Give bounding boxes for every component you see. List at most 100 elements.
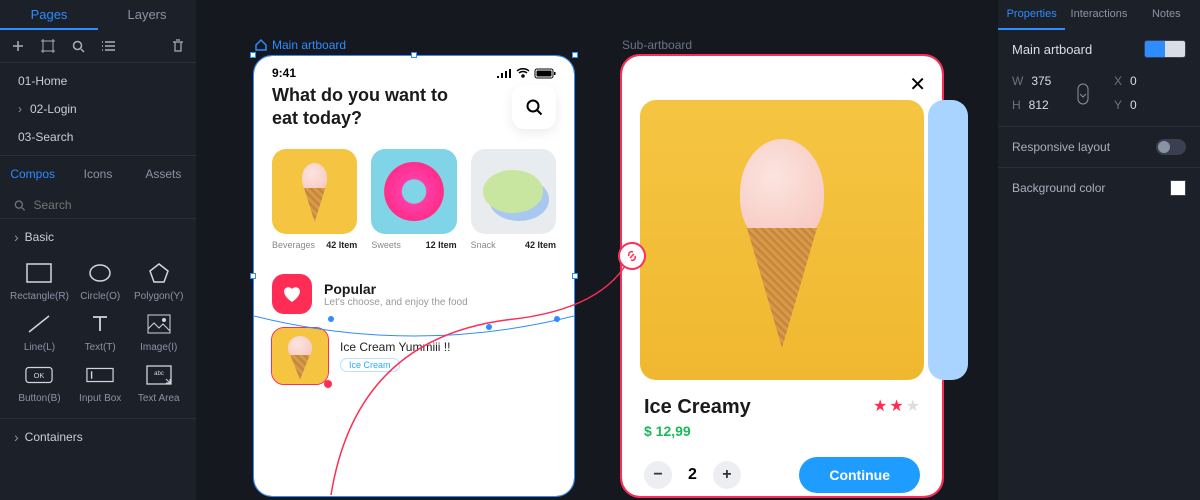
star-icon: ★ xyxy=(889,396,903,416)
trash-icon[interactable] xyxy=(170,38,186,54)
status-bar: 9:41 xyxy=(254,56,574,84)
quantity-stepper: − 2 + xyxy=(644,461,741,489)
category-sweets[interactable]: Sweets12 Item xyxy=(371,149,456,250)
responsive-toggle[interactable] xyxy=(1156,139,1186,155)
detail-image xyxy=(640,100,924,380)
responsive-label: Responsive layout xyxy=(1012,140,1110,154)
wifi-icon xyxy=(516,68,530,78)
right-tabs: Properties Interactions Notes xyxy=(998,0,1200,30)
popular-subtitle: Let's choose, and enjoy the food xyxy=(324,297,468,308)
search-icon xyxy=(14,199,25,212)
landscape-option[interactable] xyxy=(1165,41,1185,57)
compo-circle[interactable]: Circle(O) xyxy=(73,261,128,302)
compo-image[interactable]: Image(I) xyxy=(131,312,186,353)
circle-icon xyxy=(86,261,114,285)
detail-name: Ice Creamy xyxy=(644,396,751,419)
category-snack[interactable]: Snack42 Item xyxy=(471,149,556,250)
portrait-option[interactable] xyxy=(1145,41,1165,57)
button-icon: OK xyxy=(25,363,53,387)
assets-search[interactable] xyxy=(0,192,196,219)
compos-grid: Rectangle(R) Circle(O) Polygon(Y) Line(L… xyxy=(0,255,196,418)
compo-inputbox[interactable]: Input Box xyxy=(73,363,128,404)
aspect-lock-icon[interactable] xyxy=(1076,82,1090,109)
tab-notes[interactable]: Notes xyxy=(1133,0,1200,30)
line-icon xyxy=(25,312,53,336)
search-input[interactable] xyxy=(33,198,182,212)
orientation-toggle[interactable] xyxy=(1144,40,1186,58)
next-card-peek xyxy=(928,100,968,380)
assets-tabs: Compos Icons Assets xyxy=(0,156,196,192)
artboard-name-label: Main artboard xyxy=(1012,42,1092,57)
bgcolor-label: Background color xyxy=(1012,181,1105,195)
rectangle-icon xyxy=(25,261,53,285)
compo-button[interactable]: OKButton(B) xyxy=(10,363,69,404)
food-thumb[interactable] xyxy=(272,328,328,384)
sub-artboard-label[interactable]: Sub-artboard xyxy=(622,38,692,52)
tab-interactions[interactable]: Interactions xyxy=(1065,0,1132,30)
bgcolor-swatch[interactable] xyxy=(1170,180,1186,196)
list-icon[interactable] xyxy=(100,38,116,54)
image-icon xyxy=(145,312,173,336)
qty-value: 2 xyxy=(688,466,697,484)
qty-plus-button[interactable]: + xyxy=(713,461,741,489)
food-tag: Ice Cream xyxy=(340,358,400,372)
continue-button[interactable]: Continue xyxy=(799,457,920,493)
input-icon xyxy=(86,363,114,387)
popular-section: Popular Let's choose, and enjoy the food xyxy=(254,258,574,320)
hero-title: What do you want to eat today? xyxy=(272,84,452,131)
tab-properties[interactable]: Properties xyxy=(998,0,1065,30)
main-artboard-label[interactable]: Main artboard xyxy=(254,38,346,52)
tab-layers[interactable]: Layers xyxy=(98,0,196,30)
status-time: 9:41 xyxy=(272,66,296,80)
qty-minus-button[interactable]: − xyxy=(644,461,672,489)
categories-row: Beverages42 Item Sweets12 Item Snack42 I… xyxy=(254,131,574,258)
tab-icons[interactable]: Icons xyxy=(65,167,130,181)
signal-icon xyxy=(496,68,512,78)
link-badge-icon[interactable] xyxy=(618,242,646,270)
section-basic[interactable]: Basic xyxy=(0,219,196,255)
right-panel: Properties Interactions Notes Main artbo… xyxy=(998,0,1200,500)
textarea-icon: abc xyxy=(145,363,173,387)
compo-line[interactable]: Line(L) xyxy=(10,312,69,353)
compo-text[interactable]: Text(T) xyxy=(73,312,128,353)
compo-polygon[interactable]: Polygon(Y) xyxy=(131,261,186,302)
compo-rectangle[interactable]: Rectangle(R) xyxy=(10,261,69,302)
left-panel: Pages Layers 01-Home 02-Login 03-Search … xyxy=(0,0,196,500)
search-pages-icon[interactable] xyxy=(70,38,86,54)
tab-assets[interactable]: Assets xyxy=(131,167,196,181)
popular-title: Popular xyxy=(324,281,468,297)
page-item-login[interactable]: 02-Login xyxy=(0,95,196,123)
home-icon xyxy=(254,38,268,52)
page-item-home[interactable]: 01-Home xyxy=(0,67,196,95)
rating-stars[interactable]: ★ ★ ★ xyxy=(873,396,920,416)
compo-textarea[interactable]: abcText Area xyxy=(131,363,186,404)
search-icon xyxy=(525,98,543,116)
text-icon xyxy=(86,312,114,336)
tab-compos[interactable]: Compos xyxy=(0,167,65,181)
add-page-icon[interactable] xyxy=(10,38,26,54)
close-icon[interactable]: ✕ xyxy=(909,72,926,97)
x-field[interactable]: X0 xyxy=(1114,74,1186,88)
svg-text:OK: OK xyxy=(34,371,45,380)
main-artboard[interactable]: 9:41 What do you want to eat today? Beve… xyxy=(254,56,574,496)
food-item[interactable]: Ice Cream Yummiii !! Ice Cream xyxy=(254,320,574,392)
search-button[interactable] xyxy=(512,85,556,129)
food-name: Ice Cream Yummiii !! xyxy=(340,340,450,354)
canvas[interactable]: Main artboard Sub-artboard 9:41 What do … xyxy=(196,0,998,500)
width-field[interactable]: W375 xyxy=(1012,74,1084,88)
heart-icon xyxy=(272,274,312,314)
category-beverages[interactable]: Beverages42 Item xyxy=(272,149,357,250)
left-tabs: Pages Layers xyxy=(0,0,196,30)
sub-artboard[interactable]: ✕ Ice Creamy $ 12,99 ★ ★ ★ − 2 xyxy=(622,56,942,496)
detail-price: $ 12,99 xyxy=(644,423,751,439)
star-icon: ★ xyxy=(873,396,887,416)
svg-text:abc: abc xyxy=(154,371,164,377)
y-field[interactable]: Y0 xyxy=(1114,98,1186,112)
pages-toolbar xyxy=(0,30,196,63)
battery-icon xyxy=(534,68,556,79)
artboard-icon[interactable] xyxy=(40,38,56,54)
page-item-search[interactable]: 03-Search xyxy=(0,123,196,151)
height-field[interactable]: H812 xyxy=(1012,98,1084,112)
section-containers[interactable]: Containers xyxy=(0,418,196,455)
tab-pages[interactable]: Pages xyxy=(0,0,98,30)
